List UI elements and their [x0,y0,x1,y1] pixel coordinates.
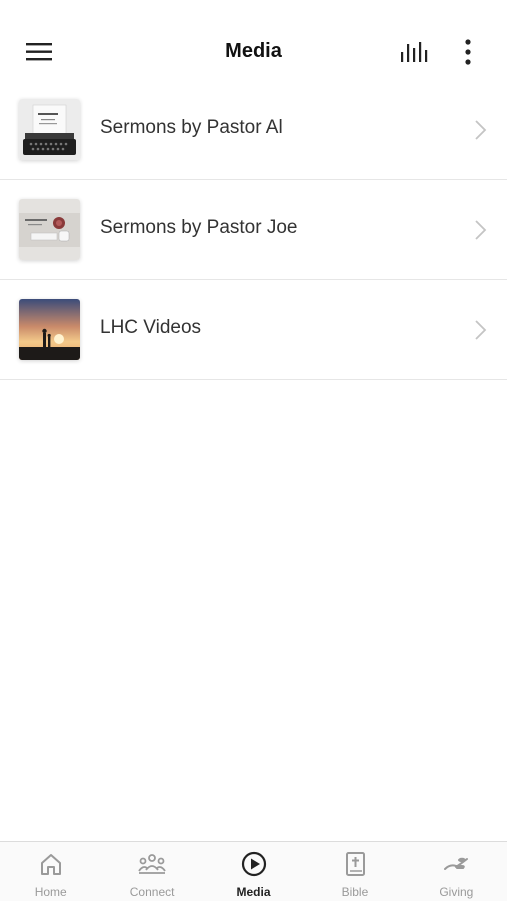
tab-home[interactable]: Home [0,842,101,901]
list-item-label: Sermons by Pastor Joe [100,217,298,238]
house-icon [37,850,65,878]
app-header: Media [0,0,507,80]
tab-label: Media [236,885,271,899]
tab-bible[interactable]: Bible [304,842,405,901]
typewriter-thumbnail [19,99,80,160]
tab-media[interactable]: Media [203,842,304,901]
bible-cross-icon [341,850,369,878]
tab-giving[interactable]: Giving [406,842,507,901]
chevron-right-icon [472,118,488,142]
sunset-thumbnail [19,299,80,360]
list-item-label: Sermons by Pastor Al [100,117,283,138]
tab-label: Home [34,885,67,899]
chevron-right-icon [472,218,488,242]
tab-label: Connect [129,885,175,899]
list-item-sermons-pastor-joe[interactable]: Sermons by Pastor Joe [0,180,507,280]
bottom-tab-bar: Home Connect Media Bible Giving [0,841,507,901]
play-circle-icon [240,850,268,878]
tab-label: Bible [341,885,369,899]
list-item-sermons-pastor-al[interactable]: Sermons by Pastor Al [0,80,507,180]
giving-hand-icon [442,850,470,878]
media-list: Sermons by Pastor Al Sermons by Pastor J… [0,80,507,380]
audio-bars-icon[interactable] [396,38,434,66]
chevron-right-icon [472,318,488,342]
desk-thumbnail [19,199,80,260]
list-item-lhc-videos[interactable]: LHC Videos [0,280,507,380]
vertical-ellipsis-icon[interactable] [456,36,480,68]
tab-connect[interactable]: Connect [101,842,202,901]
list-item-label: LHC Videos [100,317,202,338]
tab-label: Giving [439,885,474,899]
people-group-icon [138,850,166,878]
